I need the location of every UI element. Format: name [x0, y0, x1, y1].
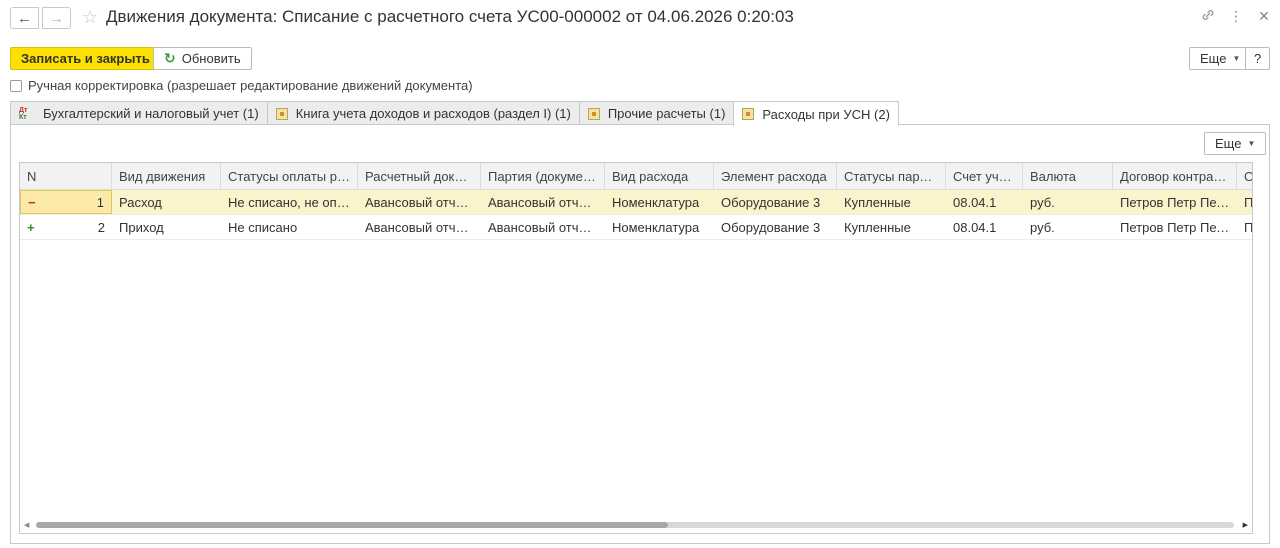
tab-label: Прочие расчеты (1): [607, 106, 726, 121]
table-cell[interactable]: Авансовый отчет ...: [481, 190, 605, 214]
table-row[interactable]: + 2 Приход Не списано Авансовый отчет ..…: [20, 215, 1252, 240]
title-bar: ← → ☆ Движения документа: Списание с рас…: [0, 0, 1280, 36]
scroll-thumb[interactable]: [36, 522, 668, 528]
table-cell[interactable]: 08.04.1: [946, 215, 1023, 239]
more-vertical-icon[interactable]: ⋮: [1228, 8, 1244, 25]
column-header[interactable]: N: [20, 163, 112, 189]
help-button[interactable]: ?: [1245, 47, 1271, 70]
register-icon: [587, 107, 600, 120]
income-sign-icon: +: [27, 220, 35, 235]
table-cell[interactable]: Купленные: [837, 190, 946, 214]
table-cell[interactable]: Не списано: [221, 215, 358, 239]
dt-kt-icon: Дт Кт: [19, 106, 28, 121]
tab-label: Бухгалтерский и налоговый учет (1): [43, 106, 259, 121]
window-title: Движения документа: Списание с расчетног…: [106, 7, 794, 26]
table-cell[interactable]: Номенклатура: [605, 190, 714, 214]
column-header[interactable]: Партия (документ...: [481, 163, 605, 189]
tab-accounting[interactable]: Дт Кт Бухгалтерский и налоговый учет (1): [10, 101, 268, 125]
table-cell[interactable]: П: [1237, 215, 1252, 239]
column-header[interactable]: Валюта: [1023, 163, 1113, 189]
row-number: 2: [97, 220, 105, 235]
table-more-button[interactable]: Еще ▼: [1204, 132, 1267, 155]
refresh-icon: ↻: [164, 50, 176, 66]
manual-correction-checkbox[interactable]: [10, 79, 22, 92]
table-cell[interactable]: Номенклатура: [605, 215, 714, 239]
table-cell[interactable]: Авансовый отчет ...: [358, 215, 481, 239]
save-and-close-button[interactable]: Записать и закрыть: [10, 47, 161, 70]
forward-button[interactable]: →: [42, 7, 71, 29]
more-label: Еще: [1200, 51, 1227, 66]
table-cell[interactable]: Петров Петр Петр...: [1113, 190, 1237, 214]
scroll-right-icon[interactable]: ▶: [1243, 521, 1248, 529]
table-cell[interactable]: П: [1237, 190, 1252, 214]
manual-correction-row: Ручная корректировка (разрешает редактир…: [10, 78, 473, 93]
arrow-right-icon: →: [49, 9, 64, 27]
table-cell[interactable]: Не списано, не опла...: [221, 190, 358, 214]
refresh-label: Обновить: [181, 51, 241, 66]
star-icon[interactable]: ☆: [82, 7, 98, 27]
column-header[interactable]: Расчетный докум...: [358, 163, 481, 189]
table-cell[interactable]: руб.: [1023, 215, 1113, 239]
tab-other-settlements[interactable]: Прочие расчеты (1): [578, 101, 735, 125]
table-cell[interactable]: Купленные: [837, 215, 946, 239]
table-cell[interactable]: Оборудование 3: [714, 190, 837, 214]
table-cell[interactable]: Авансовый отчет ...: [358, 190, 481, 214]
close-icon[interactable]: ✕: [1256, 8, 1272, 25]
row-number-cell[interactable]: − 1: [20, 190, 112, 214]
table-header: N Вид движения Статусы оплаты рас... Рас…: [20, 163, 1252, 190]
tab-label: Расходы при УСН (2): [762, 106, 890, 122]
row-number: 1: [96, 195, 104, 210]
column-header[interactable]: Вид движения: [112, 163, 221, 189]
scroll-left-icon[interactable]: ◀: [24, 521, 29, 529]
refresh-button[interactable]: ↻ Обновить: [153, 47, 252, 70]
table-cell[interactable]: Приход: [112, 215, 221, 239]
table-cell[interactable]: 08.04.1: [946, 190, 1023, 214]
column-header[interactable]: Вид расхода: [605, 163, 714, 189]
chevron-down-icon: ▼: [1247, 139, 1256, 148]
expense-sign-icon: −: [28, 195, 36, 210]
horizontal-scrollbar[interactable]: ◀ ▶: [24, 520, 1248, 530]
more-button[interactable]: Еще ▼: [1189, 47, 1252, 70]
chevron-down-icon: ▼: [1232, 54, 1241, 63]
register-icon: [742, 108, 755, 120]
tab-bar: Дт Кт Бухгалтерский и налоговый учет (1) …: [10, 101, 899, 126]
table-cell[interactable]: руб.: [1023, 190, 1113, 214]
register-icon: [275, 107, 288, 120]
column-header[interactable]: Статусы оплаты рас...: [221, 163, 358, 189]
table-cell[interactable]: Оборудование 3: [714, 215, 837, 239]
table-cell[interactable]: Авансовый отчет ...: [481, 215, 605, 239]
tab-label: Книга учета доходов и расходов (раздел I…: [295, 106, 571, 121]
column-header[interactable]: О: [1237, 163, 1252, 189]
tab-income-expense-book[interactable]: Книга учета доходов и расходов (раздел I…: [266, 101, 580, 125]
scroll-track[interactable]: [36, 522, 1234, 528]
more-label: Еще: [1215, 136, 1242, 151]
tab-usn-expenses[interactable]: Расходы при УСН (2): [733, 101, 899, 126]
table-row[interactable]: − 1 Расход Не списано, не опла... Авансо…: [20, 190, 1252, 215]
column-header[interactable]: Статусы парти...: [837, 163, 946, 189]
window-controls: ⋮ ✕: [1200, 8, 1272, 25]
link-icon[interactable]: [1200, 8, 1216, 25]
row-number-cell[interactable]: + 2: [20, 215, 112, 239]
table-cell[interactable]: Петров Петр Петр...: [1113, 215, 1237, 239]
table-cell[interactable]: Расход: [112, 190, 221, 214]
column-header[interactable]: Элемент расхода: [714, 163, 837, 189]
back-button[interactable]: ←: [10, 7, 39, 29]
column-header[interactable]: Договор контраге...: [1113, 163, 1237, 189]
manual-correction-label[interactable]: Ручная корректировка (разрешает редактир…: [28, 78, 473, 93]
arrow-left-icon: ←: [17, 9, 32, 27]
movements-table: N Вид движения Статусы оплаты рас... Рас…: [19, 162, 1253, 534]
column-header[interactable]: Счет учета: [946, 163, 1023, 189]
